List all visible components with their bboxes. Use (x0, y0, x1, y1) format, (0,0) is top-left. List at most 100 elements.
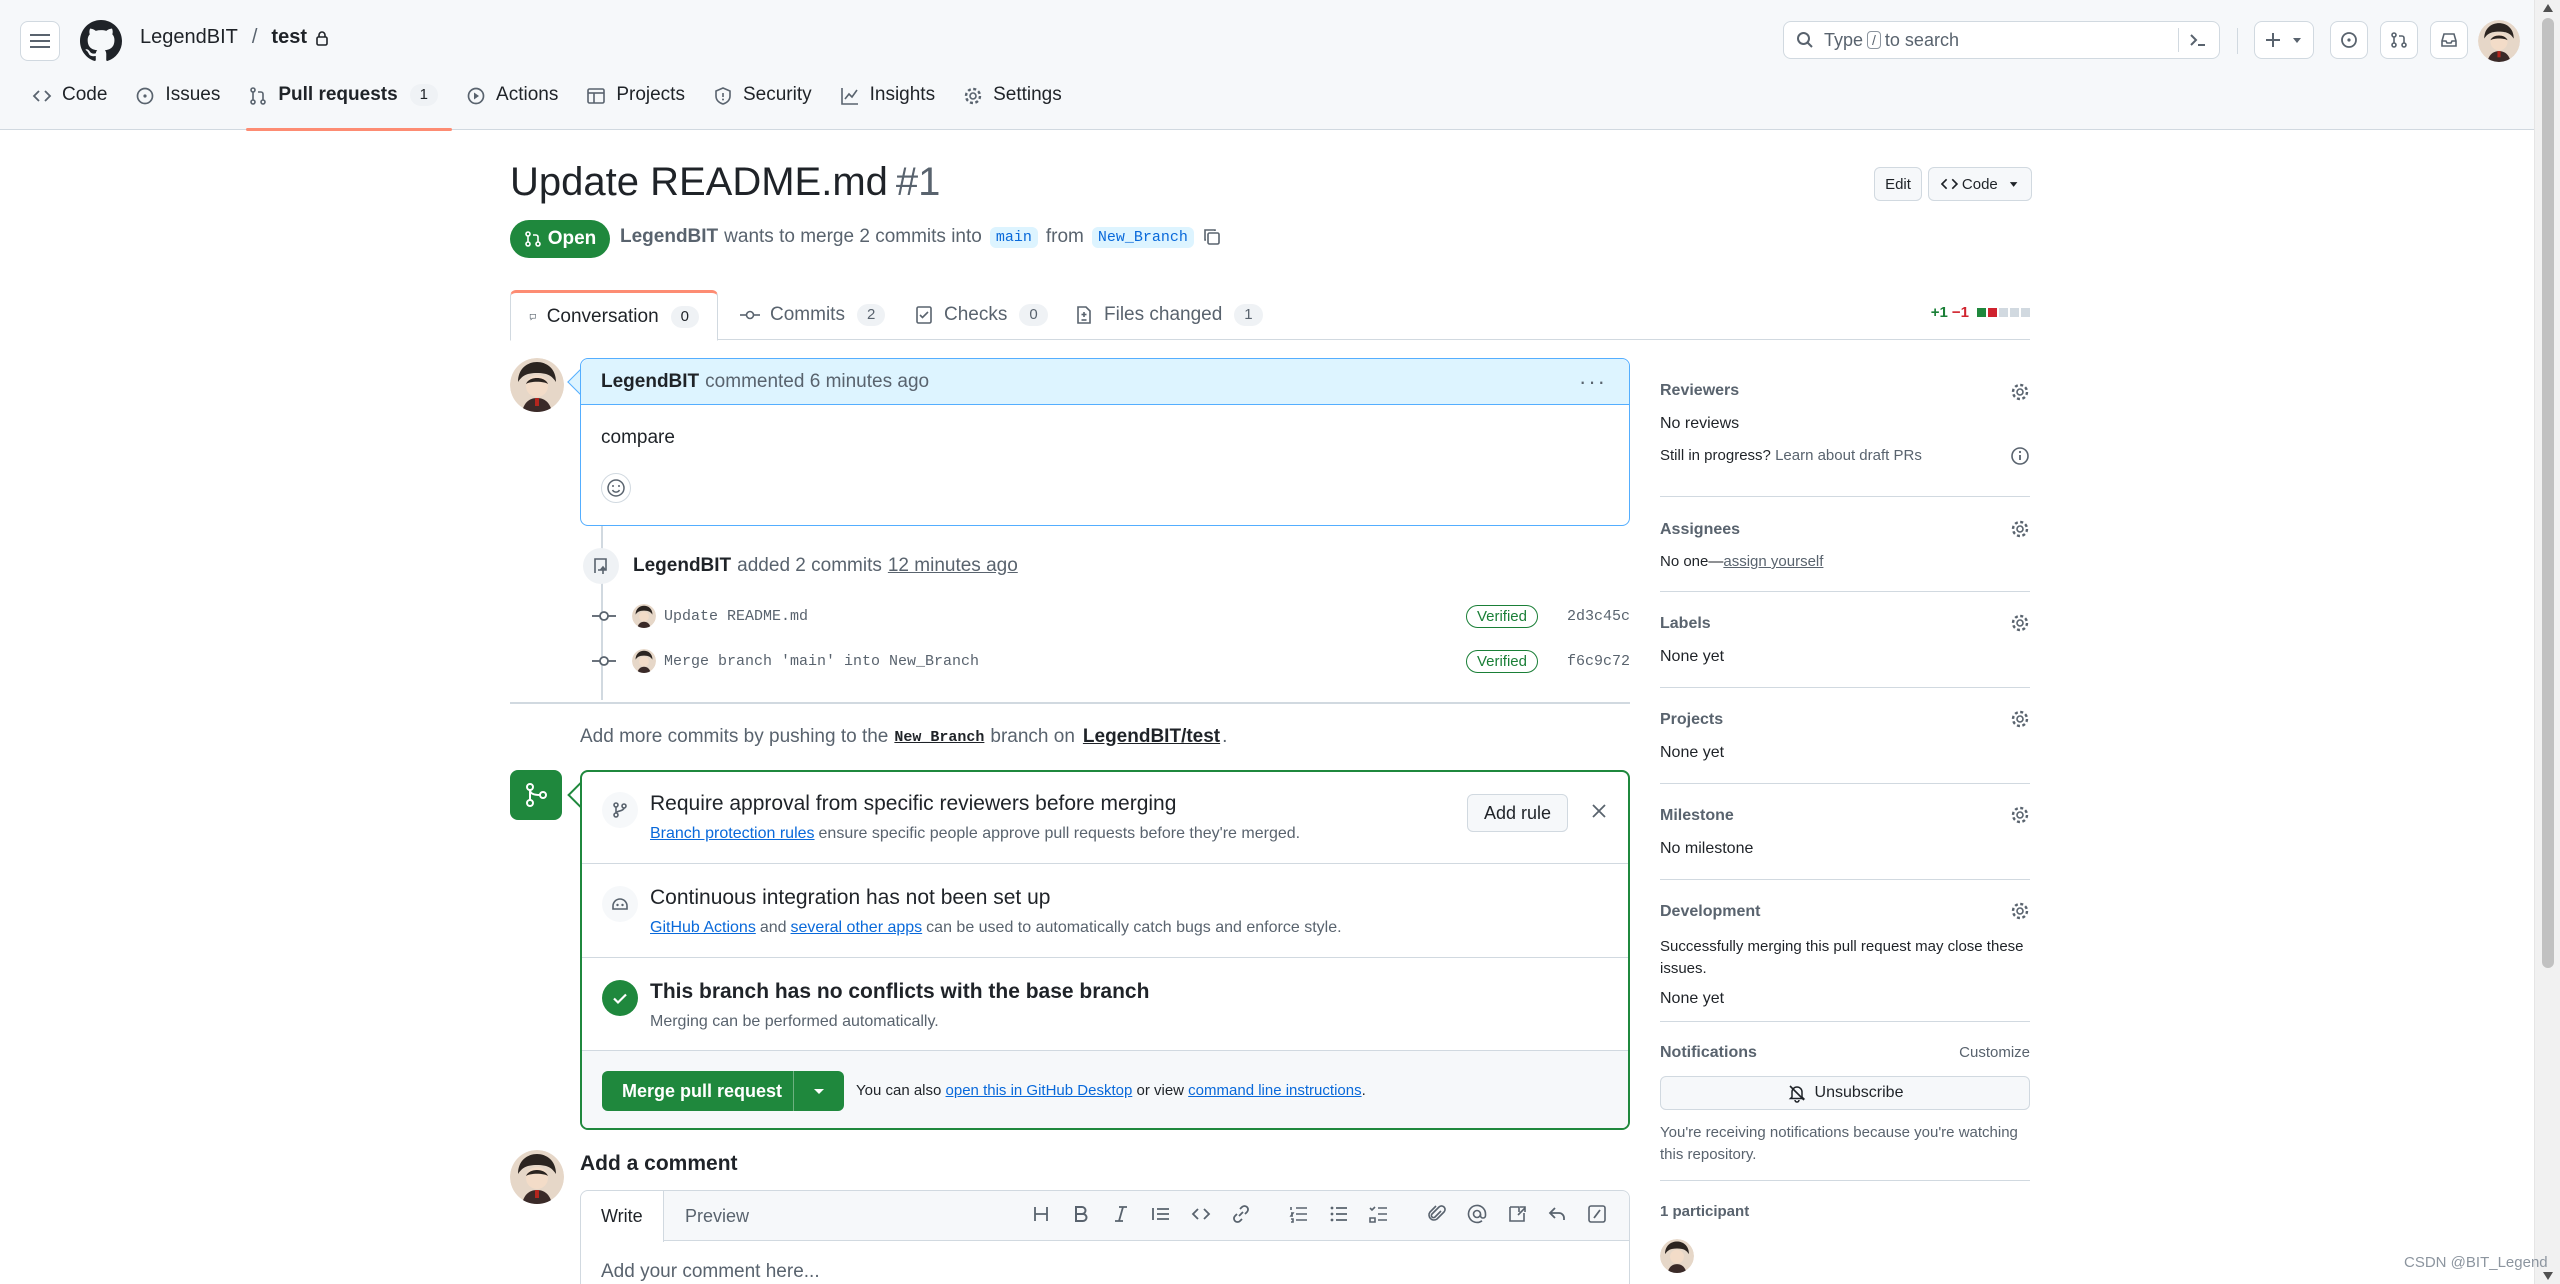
nav-pull-requests[interactable]: Pull requests 1 (234, 84, 452, 131)
comment-header: LegendBIT commented 6 minutes ago ··· (581, 359, 1629, 405)
comment-textarea[interactable]: Add your comment here... (601, 1261, 820, 1283)
nav-projects[interactable]: Projects (572, 84, 699, 130)
open-desktop-link[interactable]: open this in GitHub Desktop (946, 1082, 1133, 1099)
cross-reference-icon[interactable] (1497, 1204, 1537, 1224)
scroll-up-icon[interactable] (2543, 4, 2553, 12)
nav-security[interactable]: Security (699, 84, 826, 130)
draft-link[interactable]: Learn about draft PRs (1775, 447, 1922, 464)
push-author[interactable]: LegendBIT (633, 555, 731, 577)
bold-icon[interactable] (1061, 1204, 1101, 1224)
tab-conversation[interactable]: Conversation 0 (510, 290, 718, 341)
push-time[interactable]: 12 minutes ago (888, 555, 1018, 577)
add-more-branch[interactable]: New_Branch (894, 729, 984, 746)
commit-sha[interactable]: f6c9c72 (1567, 653, 1630, 670)
nav-issues[interactable]: Issues (121, 84, 234, 130)
unsubscribe-button[interactable]: Unsubscribe (1660, 1076, 2030, 1110)
breadcrumb-owner[interactable]: LegendBIT (140, 26, 238, 49)
editor-tab-preview[interactable]: Preview (665, 1191, 769, 1242)
verified-badge[interactable]: Verified (1465, 649, 1538, 673)
nav-insights[interactable]: Insights (826, 84, 949, 130)
scroll-down-icon[interactable] (2543, 1272, 2553, 1280)
comment-author[interactable]: LegendBIT (601, 371, 699, 393)
other-apps-link[interactable]: several other apps (791, 919, 923, 936)
conflicts-section: This branch has no conflicts with the ba… (582, 958, 1628, 1051)
link-icon[interactable] (1221, 1204, 1261, 1224)
code-dropdown-button[interactable]: Code (1928, 167, 2032, 201)
nav-settings[interactable]: Settings (949, 84, 1076, 130)
base-branch[interactable]: main (989, 226, 1038, 248)
nav-pull-requests-label: Pull requests (278, 84, 398, 105)
gear-icon[interactable] (2010, 519, 2030, 539)
editor-tab-write[interactable]: Write (581, 1191, 664, 1242)
participant-avatar[interactable] (1660, 1239, 1694, 1273)
edit-title-button[interactable]: Edit (1874, 167, 1922, 201)
labels-title[interactable]: Labels (1660, 615, 1711, 633)
verified-badge[interactable]: Verified (1465, 604, 1538, 628)
slash-command-icon[interactable] (1577, 1204, 1617, 1224)
pull-requests-header-button[interactable] (2380, 21, 2418, 59)
gear-icon[interactable] (2010, 901, 2030, 921)
close-icon[interactable] (1590, 802, 1608, 820)
unordered-list-icon[interactable] (1319, 1204, 1359, 1224)
head-branch[interactable]: New_Branch (1091, 226, 1194, 248)
merge-method-dropdown[interactable] (794, 1084, 844, 1098)
customize-link[interactable]: Customize (1959, 1044, 2030, 1061)
issues-header-button[interactable] (2330, 21, 2368, 59)
commit-author-avatar[interactable] (632, 649, 656, 673)
add-rule-button[interactable]: Add rule (1466, 794, 1568, 832)
projects-title[interactable]: Projects (1660, 711, 1723, 729)
task-list-icon[interactable] (1359, 1204, 1399, 1224)
gear-icon[interactable] (2010, 382, 2030, 402)
command-palette-icon[interactable] (2187, 29, 2209, 51)
gear-icon[interactable] (2010, 709, 2030, 729)
scrollbar-thumb[interactable] (2542, 18, 2554, 968)
add-reaction-button[interactable] (601, 473, 631, 503)
command-line-link[interactable]: command line instructions (1188, 1082, 1361, 1099)
branch-protection-link[interactable]: Branch protection rules (650, 825, 815, 842)
page-scrollbar[interactable] (2534, 0, 2560, 1284)
assignees-title[interactable]: Assignees (1660, 521, 1740, 539)
gear-icon[interactable] (2010, 613, 2030, 633)
user-avatar[interactable] (2478, 20, 2520, 62)
commit-message[interactable]: Update README.md (664, 608, 808, 625)
reply-icon[interactable] (1537, 1204, 1577, 1224)
tab-checks[interactable]: Checks 0 (914, 290, 1048, 340)
current-user-avatar[interactable] (510, 1150, 564, 1204)
development-title[interactable]: Development (1660, 903, 1760, 921)
approval-description: ensure specific people approve pull requ… (818, 825, 1301, 842)
merge-pull-request-button[interactable]: Merge pull request (602, 1071, 844, 1111)
quote-icon[interactable] (1141, 1204, 1181, 1224)
nav-actions[interactable]: Actions (452, 84, 572, 130)
reviewers-title[interactable]: Reviewers (1660, 382, 1739, 400)
info-icon[interactable] (2010, 446, 2030, 466)
add-more-repo-link[interactable]: LegendBIT/test (1083, 726, 1220, 748)
copy-icon[interactable] (1202, 227, 1222, 247)
comment-author-avatar[interactable] (510, 358, 564, 412)
breadcrumb-repo[interactable]: test (271, 26, 307, 49)
assign-yourself-link[interactable]: assign yourself (1723, 553, 1823, 570)
code-icon[interactable] (1181, 1204, 1221, 1224)
heading-icon[interactable] (1021, 1204, 1061, 1224)
italic-icon[interactable] (1101, 1204, 1141, 1224)
hamburger-menu-button[interactable] (20, 21, 60, 61)
commit-message[interactable]: Merge branch 'main' into New_Branch (664, 653, 979, 670)
pr-author[interactable]: LegendBIT (620, 226, 718, 248)
comment-menu-button[interactable]: ··· (1579, 369, 1607, 395)
commit-sha[interactable]: 2d3c45c (1567, 608, 1630, 625)
ordered-list-icon[interactable] (1279, 1204, 1319, 1224)
inbox-icon (2441, 33, 2457, 47)
github-logo-icon[interactable] (80, 20, 122, 62)
nav-code[interactable]: Code (18, 84, 121, 130)
inbox-button[interactable] (2430, 21, 2468, 59)
gear-icon[interactable] (2010, 805, 2030, 825)
tab-commits[interactable]: Commits 2 (740, 290, 886, 340)
milestone-title[interactable]: Milestone (1660, 807, 1734, 825)
search-input[interactable]: Type / to search (1783, 21, 2220, 59)
commit-author-avatar[interactable] (632, 604, 656, 628)
title-actions: Edit Code (1874, 167, 2032, 201)
mention-icon[interactable] (1457, 1204, 1497, 1224)
create-new-button[interactable] (2254, 21, 2314, 59)
github-actions-link[interactable]: GitHub Actions (650, 919, 756, 936)
attach-icon[interactable] (1417, 1204, 1457, 1224)
tab-files-changed[interactable]: Files changed 1 (1074, 290, 1263, 340)
